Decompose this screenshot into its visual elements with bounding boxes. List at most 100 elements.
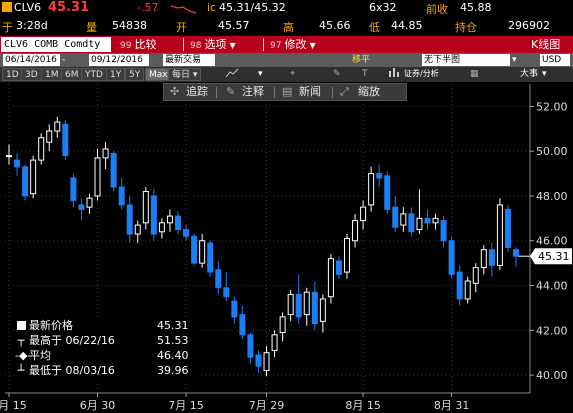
candle-up (327, 258, 334, 298)
prev-close-label: 前收 (426, 3, 448, 16)
period-button-6m[interactable]: 6M (61, 68, 83, 81)
legend-value: 39.96 (157, 364, 189, 377)
track-icon[interactable]: ✣ (170, 84, 179, 100)
chevron-down-icon[interactable]: ▾ (542, 67, 547, 81)
bar-chart-icon[interactable] (388, 67, 400, 82)
ticker-symbol[interactable]: CLV6 (14, 1, 41, 14)
frequency-select[interactable]: 每日 ▾ (168, 68, 202, 81)
move-label[interactable]: 移平 (352, 53, 370, 67)
y-tick-label: 52.00 (536, 100, 568, 113)
legend-label: 平均 (29, 349, 51, 362)
x-tick-label: 6月 15 (0, 399, 27, 412)
candle-up (54, 121, 61, 132)
volume: 54838 (112, 19, 147, 32)
legend-row-average: -◆- 平均 46.40 (15, 349, 198, 363)
period-button-1y[interactable]: 1Y (106, 68, 126, 81)
open-interest-label: 持仓 (455, 21, 477, 34)
chevron-down-icon[interactable]: ▾ (204, 53, 209, 67)
period-button-5y[interactable]: 5Y (125, 68, 145, 81)
legend-label: 最低于 08/03/16 (29, 364, 115, 377)
low-price: 44.85 (391, 19, 423, 32)
candle-up (263, 352, 270, 372)
candle-up (142, 190, 149, 224)
candle-down (311, 291, 318, 325)
candle-up (400, 213, 407, 226)
legend-value: 46.40 (157, 349, 189, 362)
date-from-input[interactable]: 06/14/2016 (3, 54, 60, 66)
candle-up (199, 240, 206, 264)
annotate-icon[interactable]: ✎ (226, 84, 235, 100)
compare-button[interactable]: 99 比较 (120, 36, 156, 53)
legend-label: 最新价格 (29, 319, 73, 332)
quote-strip: CLV6 45.31 -.57 ic 45.31/45.32 6x32 前收 4… (0, 0, 573, 36)
candle-up (432, 217, 439, 224)
zoom-button[interactable]: 缩放 (358, 84, 380, 100)
candle-up (271, 334, 278, 351)
candle-down (247, 334, 254, 358)
last-price-label: 45.31 (538, 250, 570, 263)
grid-icon[interactable]: ▦ (470, 67, 479, 81)
open-price: 45.57 (218, 19, 250, 32)
events-label[interactable]: 证券/分析 (404, 67, 439, 81)
candle-up (416, 217, 423, 231)
y-tick-label: 46.00 (536, 235, 568, 248)
candle-down (448, 240, 455, 275)
x-tick-label: 7月 29 (249, 399, 285, 412)
candle-up (102, 148, 109, 159)
annotate-button[interactable]: 注释 (242, 84, 264, 100)
trend-down-icon (170, 5, 197, 14)
candle-down (376, 173, 383, 179)
period-button-3d[interactable]: 3D (21, 68, 42, 81)
average-marker-icon: -◆- (15, 349, 32, 362)
period-button-1m[interactable]: 1M (41, 68, 63, 81)
period-button-ytd[interactable]: YTD (81, 68, 107, 81)
candle-down (392, 206, 399, 228)
security-input[interactable]: CLV6 COMB Comdty (1, 37, 111, 52)
options-label: 选项 (204, 38, 227, 51)
period-button-1d[interactable]: 1D (2, 68, 23, 81)
candle-up (472, 267, 479, 284)
candle-down (440, 220, 447, 242)
legend-value: 45.31 (157, 319, 189, 332)
zoom-icon[interactable]: ⤢ (340, 84, 349, 100)
candle-up (94, 157, 101, 197)
template-select[interactable]: 无下半图 (422, 54, 510, 66)
bid-ask: 45.31/45.32 (219, 1, 286, 14)
candle-down (62, 123, 69, 157)
candle-down (110, 152, 117, 188)
candle-down (70, 177, 77, 201)
line-chart-icon[interactable] (225, 68, 239, 83)
candle-down (191, 235, 198, 264)
edit-button[interactable]: 97 修改 ▼ (270, 36, 316, 53)
date-range-dash: - (62, 55, 66, 65)
chevron-down-icon[interactable]: ▾ (258, 67, 263, 81)
candle-up (46, 130, 53, 143)
chevron-down-icon[interactable]: ▾ (512, 53, 517, 67)
options-button[interactable]: 98 选项 ▼ (190, 36, 236, 53)
divider (332, 87, 333, 98)
chart-type-button[interactable]: K线图 (531, 36, 560, 53)
candle-up (480, 249, 487, 269)
zoom-button[interactable]: 大事 (520, 67, 538, 81)
options-number: 98 (190, 41, 202, 51)
news-button[interactable]: 新闻 (299, 84, 321, 100)
track-button[interactable]: 追踪 (186, 84, 208, 100)
divider (263, 38, 264, 51)
time-label: 于 (2, 21, 13, 34)
currency-select[interactable]: USD (540, 54, 570, 66)
chevron-down-icon: ▼ (229, 41, 236, 50)
candle-up (158, 222, 165, 233)
candle-down (239, 314, 246, 336)
draw-icon[interactable]: ✎ (333, 67, 341, 81)
news-icon[interactable]: ▤ (282, 84, 292, 100)
command-bar: CLV6 COMB Comdty 99 比较 98 选项 ▼ 97 修改 ▼ K线图 (0, 36, 573, 53)
bid-ask-label: ic (207, 1, 217, 14)
date-to-input[interactable]: 09/12/2016 (89, 54, 149, 66)
legend-row-low: ┴ 最低于 08/03/16 39.96 (15, 364, 198, 378)
crosshair-icon[interactable]: ⌖ (290, 67, 295, 81)
text-icon[interactable]: T (362, 67, 368, 81)
candle-down (223, 287, 230, 298)
volume-label: 量 (86, 21, 97, 34)
frequency-label: 每日 (172, 70, 191, 80)
legend-label: 最高于 06/22/16 (29, 334, 115, 347)
